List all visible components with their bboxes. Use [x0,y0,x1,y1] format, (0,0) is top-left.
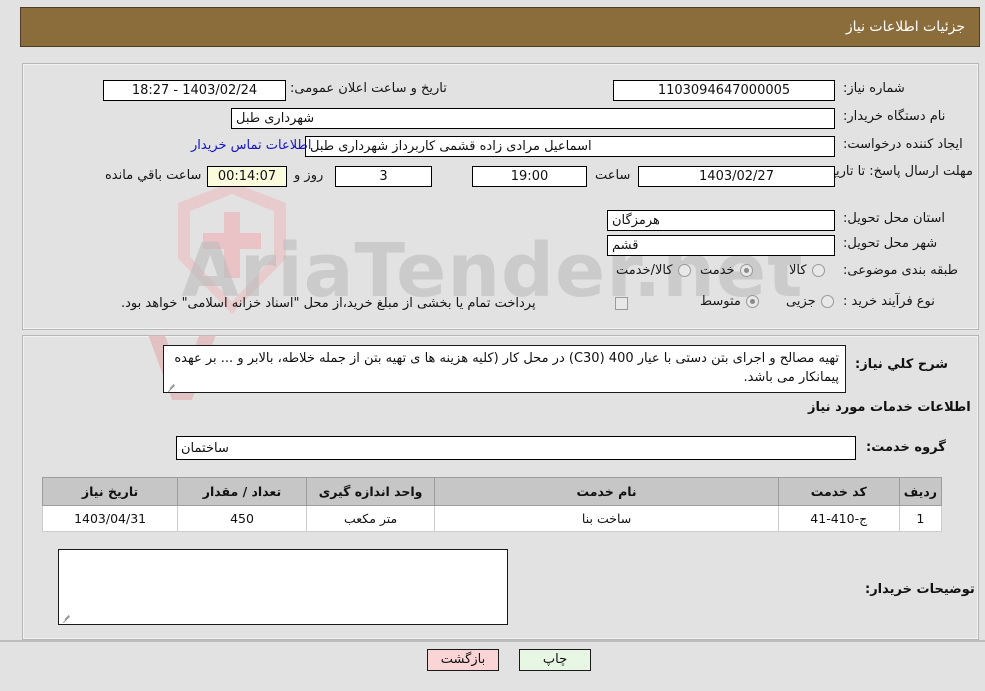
category-option-khedmat[interactable]: خدمت [700,263,753,278]
back-button[interactable]: بازگشت [427,649,499,671]
col-service-code: کد خدمت [777,477,900,506]
page-root: V AriaTender.net جزئیات اطلاعات نیاز شما… [0,0,985,691]
deadline-label: مهلت ارسال پاسخ: تا تاریخ: [823,164,973,179]
process-option-jozi-label: جزیی [786,294,816,309]
category-label-row: طبقه بندی موضوعی: [843,263,958,278]
table-row[interactable]: 1 ج-410-41 ساخت بنا متر مکعب 450 1403/04… [41,505,943,532]
creator-label-row: ایجاد کننده درخواست: [843,137,963,152]
buyer-comments-value [59,550,507,556]
process-type-label-row: نوع فرآیند خرید : [843,294,935,309]
category-option-khedmat-label: خدمت [700,263,735,278]
process-option-motavaset[interactable]: متوسط [700,294,759,309]
treasury-docs-checkbox[interactable] [615,297,628,310]
cell-need-date: 1403/04/31 [41,505,179,532]
radio-icon-khedmat[interactable] [739,264,753,277]
category-option-kala-label: کالا [789,263,807,278]
general-desc-text: تهیه مصالح و اجرای بتن دستی با عیار 400 … [174,351,839,385]
comments-resize-handle-icon[interactable] [62,612,71,621]
col-quantity: تعداد / مقدار [177,477,307,506]
deadline-days-label: روز و [294,168,324,183]
deadline-time-label: ساعت [595,168,631,183]
treasury-docs-label: پرداخت تمام یا بخشی از مبلغ خرید،از محل … [121,296,536,311]
service-group-label: گروه خدمت: [866,440,946,455]
col-need-date: تاریخ نیاز [41,477,179,506]
public-announce-label-row: تاریخ و ساعت اعلان عمومی: [290,81,447,96]
radio-icon-kala[interactable] [811,264,825,277]
col-row-no: ردیف [898,477,943,506]
page-header: جزئیات اطلاعات نیاز [20,7,980,47]
buyer-org-field[interactable]: شهرداری طبل [231,108,835,129]
city-label: شهر محل تحویل: [843,236,938,251]
deadline-label-row: مهلت ارسال پاسخ: تا تاریخ: [823,164,973,180]
buyer-comments-label: توضیحات خریدار: [865,582,975,597]
category-label: طبقه بندی موضوعی: [843,263,959,278]
buyer-org-label-row: نام دستگاه خریدار: [843,109,945,124]
creator-label: ایجاد کننده درخواست: [843,137,963,152]
need-number-label: شماره نیاز: [843,81,905,96]
process-option-jozi[interactable]: جزیی [786,294,834,309]
general-desc-box: تهیه مصالح و اجرای بتن دستی با عیار 400 … [163,345,846,393]
cell-unit: متر مکعب [305,505,436,532]
page-title: جزئیات اطلاعات نیاز [845,19,965,35]
deadline-remaining-label: ساعت باقي مانده [105,168,202,183]
resize-handle-icon[interactable] [167,381,176,390]
buyer-comments-textarea[interactable] [58,549,508,625]
services-table: ردیف کد خدمت نام خدمت واحد اندازه گیری ت… [41,477,943,532]
table-header-row: ردیف کد خدمت نام خدمت واحد اندازه گیری ت… [41,477,943,506]
print-button[interactable]: چاپ [519,649,591,671]
general-desc-label: شرح کلي نياز: [855,357,949,372]
deadline-time-field[interactable]: 19:00 [472,166,587,187]
radio-icon-motavaset[interactable] [745,295,759,308]
cell-service-name: ساخت بنا [434,505,779,532]
public-announce-datetime-field[interactable]: 1403/02/24 - 18:27 [103,80,286,101]
radio-icon-kala-khedmat[interactable] [677,264,691,277]
need-number-label-row: شماره نیاز: [843,81,905,96]
process-type-label: نوع فرآیند خرید : [843,294,935,309]
footer-divider [0,640,985,642]
services-section-title: اطلاعات خدمات مورد نیاز [808,400,971,415]
city-label-row: شهر محل تحویل: [843,236,937,251]
city-field[interactable]: قشم [607,235,835,256]
cell-service-code: ج-410-41 [777,505,900,532]
category-option-kala[interactable]: کالا [789,263,825,278]
province-label: استان محل تحویل: [843,211,945,226]
radio-icon-jozi[interactable] [820,295,834,308]
service-group-field[interactable]: ساختمان [176,436,856,460]
deadline-date-field[interactable]: 1403/02/27 [638,166,835,187]
category-option-kala-khedmat[interactable]: کالا/خدمت [616,263,691,278]
need-info-panel [22,63,979,330]
col-service-name: نام خدمت [434,477,779,506]
creator-field[interactable]: اسماعیل مرادی زاده قشمی کاربرداز شهرداری… [305,136,835,157]
category-option-kala-khedmat-label: کالا/خدمت [616,263,673,278]
province-field[interactable]: هرمزگان [607,210,835,231]
need-number-field[interactable]: 1103094647000005 [613,80,835,101]
cell-row-no: 1 [898,505,943,532]
public-announce-label: تاریخ و ساعت اعلان عمومی: [290,81,447,96]
deadline-countdown-field: 00:14:07 [207,166,287,187]
col-unit: واحد اندازه گیری [305,477,436,506]
buyer-org-label: نام دستگاه خریدار: [843,109,946,124]
process-option-motavaset-label: متوسط [700,294,741,309]
province-label-row: استان محل تحویل: [843,211,945,226]
buyer-contact-link[interactable]: اطلاعات تماس خریدار [191,138,311,153]
deadline-days-field[interactable]: 3 [335,166,432,187]
cell-quantity: 450 [177,505,307,532]
